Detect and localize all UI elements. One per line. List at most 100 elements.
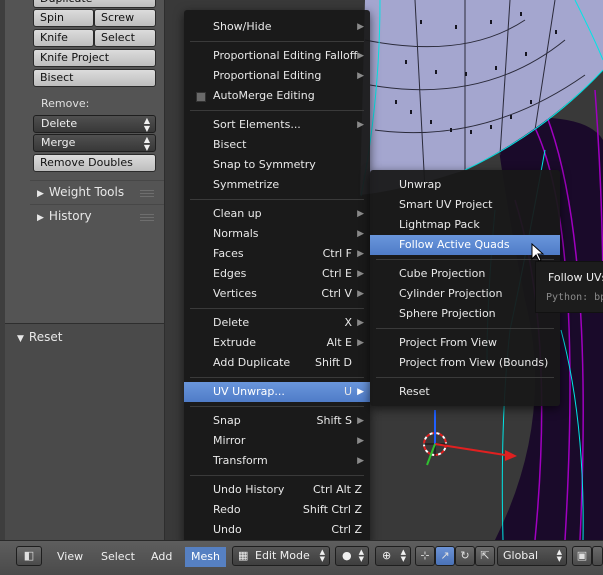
panel-divider xyxy=(30,180,164,181)
submenu-arrow-icon: ▶ xyxy=(357,387,364,397)
transform-orientation-dropdown[interactable]: Global ▲ ▼ xyxy=(497,546,567,566)
menu-item-proportional-editing-falloff[interactable]: Proportional Editing Falloff ▶ xyxy=(184,46,370,66)
editor-type-icon[interactable]: ◧ xyxy=(16,546,42,566)
menu-item-label: Undo History xyxy=(213,483,285,496)
menu-item-automerge-editing[interactable]: AutoMerge Editing xyxy=(184,86,370,106)
merge-dropdown[interactable]: Merge ▲ ▼ xyxy=(33,134,156,152)
menu-item-label: Bisect xyxy=(213,138,247,151)
menu-item-undo-history[interactable]: Undo History Ctrl Alt Z xyxy=(184,480,370,500)
menu-item-reset[interactable]: Reset xyxy=(370,382,560,402)
menu-item-clean-up[interactable]: Clean up ▶ xyxy=(184,204,370,224)
layer-icon[interactable]: ▣ xyxy=(572,546,592,566)
rotate-manipulator-icon[interactable]: ↻ xyxy=(455,546,475,566)
menu-item-label: Symmetrize xyxy=(213,178,280,191)
menu-item-label: Snap xyxy=(213,414,241,427)
screw-button[interactable]: Screw xyxy=(94,9,156,27)
menu-item-cube-projection[interactable]: Cube Projection xyxy=(370,264,560,284)
edit-mode-icon: ▦ xyxy=(238,549,249,562)
menu-item-transform[interactable]: Transform ▶ xyxy=(184,451,370,471)
menu-item-show-hide[interactable]: Show/Hide ▶ xyxy=(184,17,370,37)
menu-separator xyxy=(190,110,364,111)
menu-item-sort-elements[interactable]: Sort Elements... ▶ xyxy=(184,115,370,135)
menu-separator xyxy=(376,259,554,260)
menu-item-snap[interactable]: Snap Shift S ▶ xyxy=(184,411,370,431)
menu-item-mirror[interactable]: Mirror ▶ xyxy=(184,431,370,451)
menu-item-label: Redo xyxy=(213,503,241,516)
reset-panel-header[interactable]: ▼ Reset xyxy=(17,330,62,344)
menu-item-label: Follow Active Quads xyxy=(399,238,510,251)
menu-item-snap-to-symmetry[interactable]: Snap to Symmetry xyxy=(184,155,370,175)
panel-grip-icon[interactable] xyxy=(140,190,154,197)
orientation-label: Global xyxy=(503,549,539,562)
submenu-arrow-icon: ▶ xyxy=(357,229,364,239)
submenu-arrow-icon: ▶ xyxy=(357,269,364,279)
menu-item-smart-uv-project[interactable]: Smart UV Project xyxy=(370,195,560,215)
view-menu[interactable]: View xyxy=(57,547,83,567)
expanded-triangle-icon: ▼ xyxy=(17,334,24,344)
scale-manipulator-icon[interactable]: ⇱ xyxy=(475,546,495,566)
tooltip-python: Python: bp xyxy=(546,292,603,303)
menu-separator xyxy=(376,377,554,378)
mesh-menu-button[interactable]: Mesh xyxy=(185,547,226,567)
menu-item-vertices[interactable]: Vertices Ctrl V ▶ xyxy=(184,284,370,304)
submenu-arrow-icon: ▶ xyxy=(357,318,364,328)
menu-item-proportional-editing[interactable]: Proportional Editing ▶ xyxy=(184,66,370,86)
remove-doubles-button[interactable]: Remove Doubles xyxy=(33,154,156,172)
manipulator-toggle-icon[interactable]: ⊹ xyxy=(415,546,435,566)
panel-grip-icon[interactable] xyxy=(140,214,154,221)
mode-dropdown[interactable]: ▦ Edit Mode ▲ ▼ xyxy=(232,546,330,566)
menu-item-redo[interactable]: Redo Shift Ctrl Z xyxy=(184,500,370,520)
menu-item-shortcut: X xyxy=(344,316,352,329)
weight-tools-panel-header[interactable]: ▶ Weight Tools xyxy=(37,185,124,199)
menu-item-label: Unwrap xyxy=(399,178,442,191)
select-button[interactable]: Select xyxy=(94,29,156,47)
3d-view-header: ◧ View Select Add Mesh ▦ Edit Mode ▲ ▼ ● … xyxy=(0,540,603,575)
menu-item-label: Lightmap Pack xyxy=(399,218,480,231)
add-menu[interactable]: Add xyxy=(151,547,172,567)
menu-item-cylinder-projection[interactable]: Cylinder Projection xyxy=(370,284,560,304)
menu-item-label: Transform xyxy=(213,454,268,467)
translate-manipulator-icon[interactable]: ↗ xyxy=(435,546,455,566)
submenu-arrow-icon: ▶ xyxy=(357,22,364,32)
submenu-arrow-icon: ▶ xyxy=(357,209,364,219)
knife-button[interactable]: Knife xyxy=(33,29,94,47)
history-panel-header[interactable]: ▶ History xyxy=(37,209,92,223)
menu-item-project-from-view[interactable]: Project From View xyxy=(370,333,560,353)
menu-item-delete[interactable]: Delete X ▶ xyxy=(184,313,370,333)
checkbox-icon[interactable] xyxy=(196,92,206,102)
menu-item-project-from-view-bounds[interactable]: Project from View (Bounds) xyxy=(370,353,560,373)
menu-item-label: Cube Projection xyxy=(399,267,486,280)
delete-dropdown[interactable]: Delete ▲ ▼ xyxy=(33,115,156,133)
duplicate-button[interactable]: Duplicate xyxy=(33,0,156,8)
menu-item-add-duplicate[interactable]: Add Duplicate Shift D xyxy=(184,353,370,373)
menu-item-faces[interactable]: Faces Ctrl F ▶ xyxy=(184,244,370,264)
submenu-arrow-icon: ▶ xyxy=(357,120,364,130)
delete-dropdown-label: Delete xyxy=(41,117,78,130)
layer-icon[interactable] xyxy=(592,546,603,566)
menu-item-bisect[interactable]: Bisect xyxy=(184,135,370,155)
menu-item-normals[interactable]: Normals ▶ xyxy=(184,224,370,244)
menu-item-shortcut: Shift D xyxy=(315,356,352,369)
menu-item-lightmap-pack[interactable]: Lightmap Pack xyxy=(370,215,560,235)
pivot-point-dropdown[interactable]: ⊕ ▲ ▼ xyxy=(375,546,411,566)
menu-item-sphere-projection[interactable]: Sphere Projection xyxy=(370,304,560,324)
menu-item-undo[interactable]: Undo Ctrl Z xyxy=(184,520,370,540)
bisect-button[interactable]: Bisect xyxy=(33,69,156,87)
menu-item-shortcut: Ctrl V xyxy=(321,287,352,300)
menu-item-edges[interactable]: Edges Ctrl E ▶ xyxy=(184,264,370,284)
menu-item-uv-unwrap[interactable]: UV Unwrap... U ▶ xyxy=(184,382,370,402)
menu-item-extrude[interactable]: Extrude Alt E ▶ xyxy=(184,333,370,353)
menu-item-shortcut: Shift Ctrl Z xyxy=(302,503,362,516)
menu-item-symmetrize[interactable]: Symmetrize xyxy=(184,175,370,195)
spin-button[interactable]: Spin xyxy=(33,9,94,27)
select-menu[interactable]: Select xyxy=(101,547,135,567)
viewport-shading-dropdown[interactable]: ● ▲ ▼ xyxy=(335,546,369,566)
updown-arrows-icon: ▲ ▼ xyxy=(143,116,150,133)
menu-item-label: Mirror xyxy=(213,434,246,447)
menu-separator xyxy=(190,475,364,476)
menu-item-unwrap[interactable]: Unwrap xyxy=(370,175,560,195)
menu-separator xyxy=(376,328,554,329)
menu-item-label: Cylinder Projection xyxy=(399,287,503,300)
menu-separator xyxy=(190,406,364,407)
knife-project-button[interactable]: Knife Project xyxy=(33,49,156,67)
